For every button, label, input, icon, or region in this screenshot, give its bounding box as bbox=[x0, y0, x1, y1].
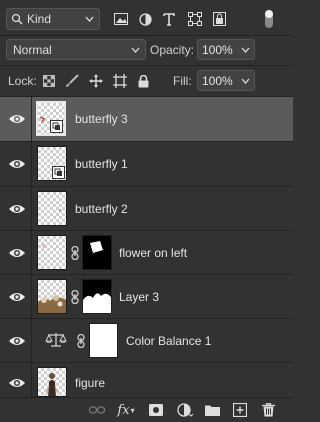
layer-name[interactable]: figure bbox=[75, 376, 105, 390]
shape-filter-icon[interactable] bbox=[186, 10, 204, 28]
type-filter-icon[interactable] bbox=[160, 10, 178, 28]
new-group-icon[interactable] bbox=[203, 402, 221, 418]
divider bbox=[31, 319, 32, 363]
layer-row-butterfly-1[interactable]: butterfly 1 bbox=[0, 142, 293, 186]
lock-image-pixels-icon[interactable] bbox=[63, 72, 81, 90]
link-icon[interactable] bbox=[76, 334, 86, 348]
layer-name[interactable]: butterfly 3 bbox=[75, 112, 128, 126]
layer-name[interactable]: butterfly 1 bbox=[75, 157, 128, 171]
layer-mask-thumbnail[interactable] bbox=[82, 279, 112, 314]
fill-value: 100% bbox=[202, 73, 233, 88]
layer-name[interactable]: flower on left bbox=[119, 246, 187, 260]
divider bbox=[31, 142, 32, 186]
fill-label: Fill: bbox=[173, 74, 192, 88]
layer-row-butterfly-2[interactable]: butterfly 2 bbox=[0, 187, 293, 231]
link-icon[interactable] bbox=[70, 246, 80, 260]
link-layers-icon[interactable] bbox=[88, 402, 106, 418]
layer-name[interactable]: butterfly 2 bbox=[75, 202, 128, 216]
separator bbox=[0, 65, 293, 66]
smart-object-badge-icon bbox=[52, 166, 65, 179]
layer-thumbnail[interactable] bbox=[37, 279, 67, 314]
color-balance-icon bbox=[45, 333, 67, 347]
smart-object-filter-icon[interactable] bbox=[210, 10, 228, 28]
chevron-down-icon bbox=[241, 78, 250, 84]
chevron-down-icon bbox=[131, 47, 140, 53]
layer-row-layer-3[interactable]: Layer 3 bbox=[0, 275, 293, 319]
eye-icon[interactable] bbox=[8, 112, 26, 126]
eye-icon[interactable] bbox=[8, 246, 26, 260]
new-layer-icon[interactable] bbox=[231, 402, 249, 418]
eye-icon[interactable] bbox=[8, 376, 26, 390]
filter-kind-label: Kind bbox=[27, 12, 52, 26]
divider bbox=[31, 363, 32, 397]
divider bbox=[31, 97, 32, 141]
layer-row-color-balance-1[interactable]: Color Balance 1 bbox=[0, 319, 293, 363]
layer-thumbnail[interactable] bbox=[37, 146, 67, 181]
blend-mode-select[interactable]: Normal bbox=[6, 39, 146, 60]
layer-row-flower-on-left[interactable]: flower on left bbox=[0, 231, 293, 275]
opacity-field[interactable]: 100% bbox=[197, 39, 255, 60]
layer-thumbnail[interactable] bbox=[37, 235, 67, 270]
eye-icon[interactable] bbox=[8, 290, 26, 304]
eye-icon[interactable] bbox=[8, 202, 26, 216]
lock-position-icon[interactable] bbox=[87, 72, 105, 90]
layer-thumbnail[interactable] bbox=[36, 101, 66, 136]
layer-row-figure[interactable]: figure bbox=[0, 363, 293, 397]
layer-mask-thumbnail[interactable] bbox=[89, 323, 118, 358]
layer-thumbnail[interactable] bbox=[37, 191, 67, 226]
new-adjustment-icon[interactable] bbox=[176, 402, 194, 418]
fx-label: fx bbox=[117, 402, 130, 418]
eye-icon[interactable] bbox=[8, 334, 26, 348]
chevron-down-icon bbox=[241, 47, 250, 53]
layer-name[interactable]: Color Balance 1 bbox=[126, 334, 211, 348]
divider bbox=[31, 231, 32, 275]
add-mask-icon[interactable] bbox=[147, 402, 165, 418]
divider bbox=[31, 187, 32, 231]
delete-icon[interactable] bbox=[259, 402, 277, 418]
eye-icon[interactable] bbox=[8, 157, 26, 171]
lock-all-icon[interactable] bbox=[134, 72, 152, 90]
image-filter-icon[interactable] bbox=[112, 10, 130, 28]
search-icon bbox=[11, 13, 23, 25]
opacity-label: Opacity: bbox=[150, 43, 195, 57]
fx-icon[interactable]: fx ▾ bbox=[117, 402, 135, 418]
separator bbox=[0, 35, 293, 36]
smart-object-badge-icon bbox=[50, 120, 63, 133]
layer-thumbnail[interactable] bbox=[37, 367, 67, 397]
chevron-down-icon bbox=[85, 16, 94, 22]
divider bbox=[31, 275, 32, 319]
layer-name[interactable]: Layer 3 bbox=[119, 290, 159, 304]
fill-field[interactable]: 100% bbox=[197, 70, 255, 91]
lock-transparent-pixels-icon[interactable] bbox=[40, 72, 58, 90]
layers-bottom-toolbar: fx ▾ bbox=[0, 397, 293, 422]
lock-label: Lock: bbox=[8, 74, 37, 88]
layer-row-butterfly-3[interactable]: butterfly 3 bbox=[0, 97, 293, 141]
adjustment-filter-icon[interactable] bbox=[136, 10, 154, 28]
blend-mode-value: Normal bbox=[13, 42, 52, 57]
filter-kind-select[interactable]: Kind bbox=[6, 8, 100, 30]
opacity-value: 100% bbox=[202, 42, 233, 57]
filter-toggle-icon[interactable] bbox=[262, 10, 276, 28]
layer-mask-thumbnail[interactable] bbox=[82, 235, 112, 270]
lock-artboard-icon[interactable] bbox=[111, 72, 129, 90]
link-icon[interactable] bbox=[70, 290, 80, 304]
